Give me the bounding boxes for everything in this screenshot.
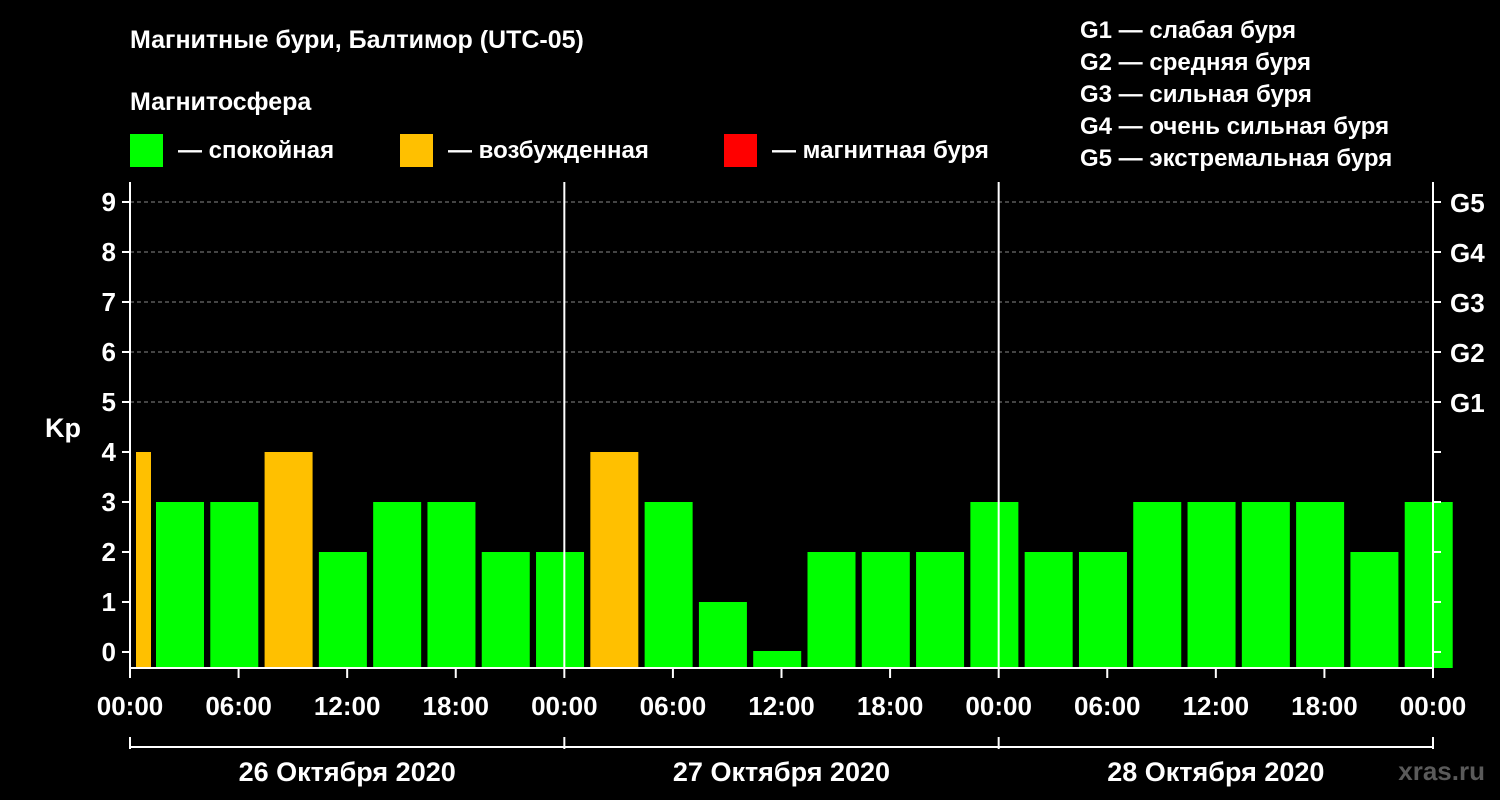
y-tick-label-5: 5	[102, 387, 116, 417]
bar-17	[1024, 552, 1073, 668]
date-label-0: 26 Октября 2020	[239, 757, 456, 787]
bar-4	[318, 552, 367, 668]
bar-1	[156, 502, 204, 668]
y-tick-label-6: 6	[102, 337, 116, 367]
x-tick-label-3: 18:00	[423, 691, 490, 721]
storm-scale-g4: G4 — очень сильная буря	[1080, 113, 1389, 140]
y-axis-label: Kp	[45, 413, 81, 443]
bar-10	[644, 502, 693, 668]
x-tick-label-0: 00:00	[97, 691, 164, 721]
watermark: xras.ru	[1398, 756, 1485, 786]
grid-lines	[130, 201, 1433, 403]
bar-21	[1241, 502, 1290, 668]
x-tick-label-5: 06:00	[640, 691, 707, 721]
bar-11	[698, 602, 747, 668]
x-ticks: 00:00 06:00 12:00 18:00 00:00 06:00 12:00 18:00…	[97, 668, 1467, 721]
bar-2	[210, 502, 259, 668]
x-tick-label-11: 18:00	[1291, 691, 1358, 721]
x-tick-label-12: 00:00	[1400, 691, 1467, 721]
x-tick-label-2: 12:00	[314, 691, 381, 721]
kp-chart: Магнитные бури, Балтимор (UTC-05) Магнит…	[45, 17, 1485, 787]
g-scale-label-G5: G5	[1450, 188, 1485, 218]
y-tick-label-8: 8	[102, 237, 116, 267]
bar-14	[861, 552, 910, 668]
y-tick-label-4: 4	[102, 437, 117, 467]
bar-8	[536, 552, 585, 668]
storm-scale-g1: G1 — слабая буря	[1080, 17, 1296, 44]
bar-3	[264, 452, 313, 668]
y-tick-label-9: 9	[102, 187, 116, 217]
g-scale-label-G3: G3	[1450, 288, 1485, 318]
legend-swatch-quiet	[130, 134, 163, 167]
x-tick-label-7: 18:00	[857, 691, 924, 721]
g-scale-label-G2: G2	[1450, 338, 1485, 368]
legend-label-active: — возбужденная	[448, 137, 649, 164]
storm-scale-g2: G2 — средняя буря	[1080, 49, 1311, 76]
bar-22	[1296, 502, 1345, 668]
magnetosphere-label: Магнитосфера	[130, 88, 312, 116]
legend: — спокойная — возбужденная — магнитная б…	[130, 134, 989, 167]
date-label-1: 27 Октября 2020	[673, 757, 890, 787]
legend-label-quiet: — спокойная	[178, 137, 334, 164]
legend-label-storm: — магнитная буря	[772, 137, 989, 164]
bar-9	[590, 452, 639, 668]
legend-swatch-storm	[724, 134, 757, 167]
x-tick-label-9: 06:00	[1074, 691, 1141, 721]
bar-12	[753, 651, 802, 668]
bar-0	[136, 452, 151, 668]
bar-7	[481, 552, 530, 668]
storm-scale-g3: G3 — сильная буря	[1080, 81, 1312, 108]
bar-15	[916, 552, 965, 668]
bar-6	[427, 502, 476, 668]
y-tick-label-3: 3	[102, 487, 116, 517]
bar-20	[1187, 502, 1236, 668]
bar-16	[970, 502, 1019, 668]
x-tick-label-8: 00:00	[965, 691, 1032, 721]
bar-13	[807, 552, 856, 668]
bars	[136, 452, 1453, 668]
bar-24	[1404, 502, 1453, 668]
x-tick-label-6: 12:00	[748, 691, 815, 721]
y-ticks: 0 1 2 3 4 5 6 7 8 9	[102, 187, 130, 667]
date-label-2: 28 Октября 2020	[1107, 757, 1324, 787]
x-tick-label-10: 12:00	[1183, 691, 1250, 721]
storm-scale-g5: G5 — экстремальная буря	[1080, 145, 1392, 172]
storm-scale: G1 — слабая буря G2 — средняя буря G3 — …	[1080, 17, 1392, 172]
y-tick-label-0: 0	[102, 637, 116, 667]
y-tick-label-7: 7	[102, 287, 116, 317]
bar-23	[1350, 552, 1399, 668]
date-labels: 26 Октября 2020 27 Октября 2020 28 Октября…	[129, 737, 1434, 787]
y-tick-label-2: 2	[102, 537, 116, 567]
x-tick-label-1: 06:00	[205, 691, 272, 721]
y-tick-label-1: 1	[102, 587, 116, 617]
chart-title: Магнитные бури, Балтимор (UTC-05)	[130, 26, 584, 54]
g-scale-label-G4: G4	[1450, 238, 1485, 268]
x-tick-label-4: 00:00	[531, 691, 598, 721]
bar-19	[1133, 502, 1182, 668]
bar-18	[1078, 552, 1127, 668]
legend-swatch-active	[400, 134, 433, 167]
g-scale-label-G1: G1	[1450, 388, 1485, 418]
bar-5	[373, 502, 422, 668]
